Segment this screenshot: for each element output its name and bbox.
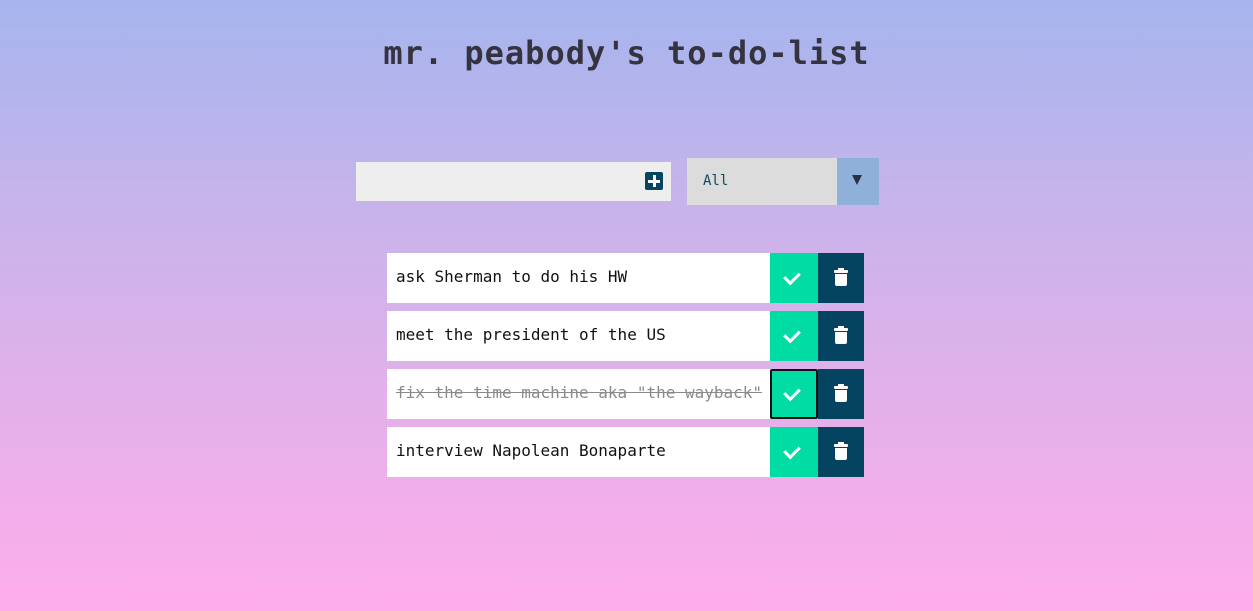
check-icon [783, 383, 801, 402]
complete-button[interactable] [770, 253, 818, 303]
page-title: mr. peabody's to-do-list [383, 34, 870, 72]
complete-button[interactable] [770, 369, 818, 419]
caret-down-icon [852, 175, 862, 185]
todo-item: ask Sherman to do his HW [387, 253, 864, 303]
todo-text: fix the time machine aka "the wayback" [396, 383, 763, 402]
todo-form: All [356, 158, 879, 205]
complete-button[interactable] [770, 427, 818, 477]
todo-text: ask Sherman to do his HW [396, 267, 628, 286]
check-icon [783, 325, 801, 344]
todo-list: ask Sherman to do his HW meet the presid… [387, 253, 864, 485]
filter-select[interactable]: All [687, 158, 879, 205]
todo-item: meet the president of the US [387, 311, 864, 361]
todo-item: interview Napolean Bonaparte [387, 427, 864, 477]
filter-selected-value: All [703, 173, 729, 189]
add-todo-button[interactable] [645, 172, 663, 190]
check-icon [783, 441, 801, 460]
todo-item: fix the time machine aka "the wayback" [387, 369, 864, 419]
delete-button[interactable] [818, 253, 864, 303]
delete-button[interactable] [818, 311, 864, 361]
delete-button[interactable] [818, 369, 864, 419]
todo-input[interactable] [356, 162, 646, 201]
todo-text: interview Napolean Bonaparte [396, 441, 666, 460]
todo-text: meet the president of the US [396, 325, 666, 344]
filter-dropdown-toggle[interactable] [837, 158, 879, 205]
todo-input-wrapper [356, 162, 671, 201]
check-icon [783, 267, 801, 286]
delete-button[interactable] [818, 427, 864, 477]
complete-button[interactable] [770, 311, 818, 361]
